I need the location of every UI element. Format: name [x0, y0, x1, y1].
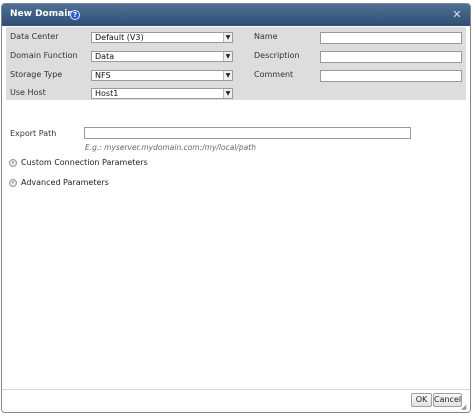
chevron-right-icon: › [9, 179, 17, 187]
storage-type-value: NFS [95, 71, 111, 80]
name-label: Name [254, 32, 278, 41]
use-host-select[interactable]: Host1 ▼ [91, 88, 233, 99]
description-input[interactable] [320, 51, 462, 63]
dropdown-arrow-icon: ▼ [223, 52, 232, 61]
ok-button[interactable]: OK [411, 393, 432, 407]
dropdown-arrow-icon: ▼ [223, 33, 232, 42]
export-path-input[interactable] [84, 127, 411, 139]
description-label: Description [254, 51, 300, 60]
custom-connection-parameters-label: Custom Connection Parameters [21, 158, 148, 167]
custom-connection-parameters-toggle[interactable]: › Custom Connection Parameters [9, 157, 149, 169]
data-center-label: Data Center [10, 32, 59, 41]
domain-function-label: Domain Function [10, 51, 78, 60]
dialog-title: New Domain [10, 9, 74, 19]
dropdown-arrow-icon: ▼ [223, 89, 232, 98]
domain-function-value: Data [95, 52, 115, 61]
resize-grip-icon[interactable]: ◢ [461, 403, 469, 411]
dialog-title-bar: New Domain ? ✕ [2, 4, 470, 26]
chevron-right-icon: › [9, 159, 17, 167]
storage-type-select[interactable]: NFS ▼ [91, 70, 233, 81]
export-path-label: Export Path [10, 129, 57, 138]
general-settings-panel: Data Center Default (V3) ▼ Domain Functi… [6, 27, 466, 100]
name-input[interactable] [320, 32, 462, 44]
help-icon[interactable]: ? [70, 10, 80, 20]
use-host-label: Use Host [10, 88, 46, 97]
use-host-value: Host1 [95, 89, 119, 98]
close-icon[interactable]: ✕ [450, 8, 464, 22]
data-center-select[interactable]: Default (V3) ▼ [91, 32, 233, 43]
cancel-button[interactable]: Cancel [433, 393, 462, 407]
comment-label: Comment [254, 70, 294, 79]
data-center-value: Default (V3) [95, 33, 144, 42]
advanced-parameters-label: Advanced Parameters [21, 178, 109, 187]
storage-type-label: Storage Type [10, 70, 63, 79]
advanced-parameters-toggle[interactable]: › Advanced Parameters [9, 177, 119, 189]
new-domain-dialog: New Domain ? ✕ Data Center Default (V3) … [1, 3, 471, 413]
dropdown-arrow-icon: ▼ [223, 71, 232, 80]
comment-input[interactable] [320, 70, 462, 82]
dialog-footer: OK Cancel ◢ [2, 389, 470, 412]
domain-function-select[interactable]: Data ▼ [91, 51, 233, 62]
export-path-hint: E.g.: myserver.mydomain.com:/my/local/pa… [85, 143, 256, 152]
